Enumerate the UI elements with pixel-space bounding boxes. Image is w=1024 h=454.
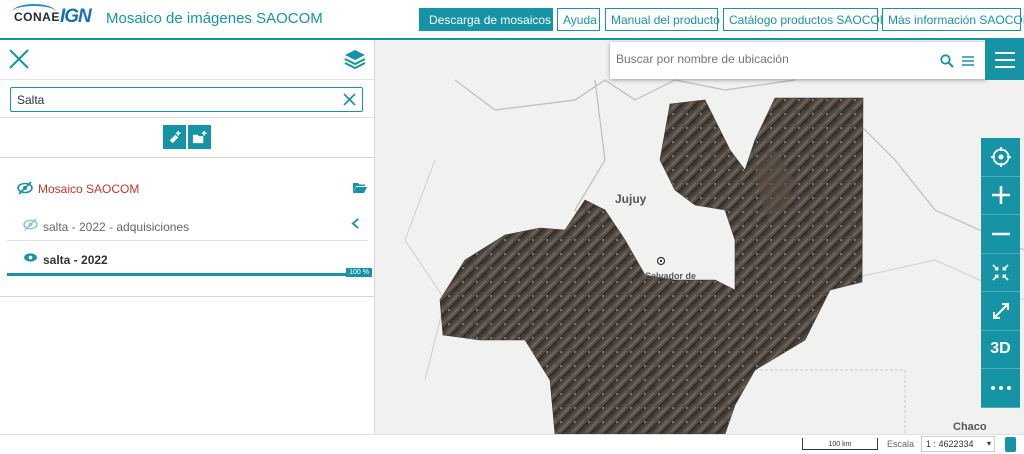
hamburger-line	[994, 52, 1015, 54]
manual-label: Manual del producto	[611, 12, 720, 27]
layer-search-row	[0, 80, 374, 118]
sublayer-label: salta - 2022 - adquisiciones	[43, 220, 190, 234]
layer-search-box	[10, 87, 363, 112]
ign-logo: IGN	[60, 6, 92, 27]
layer-progress-bar	[7, 273, 372, 276]
map-label-jujuy: Jujuy	[615, 192, 647, 206]
zoom-extent-button[interactable]	[981, 254, 1020, 292]
add-folder-button[interactable]	[188, 125, 211, 149]
add-layer-icon	[169, 130, 181, 143]
eye-icon[interactable]	[23, 252, 38, 263]
layer-tools-row	[0, 118, 374, 158]
scale-bar: 100 km	[802, 438, 878, 450]
crosshair-icon	[990, 146, 1011, 167]
minus-icon	[991, 232, 1010, 236]
scale-label: Escala	[887, 439, 915, 449]
catalog-button[interactable]: Catálogo productos SAOCOM	[723, 8, 890, 31]
page-title: Mosaico de imágenes SAOCOM	[106, 10, 323, 27]
add-layer-button[interactable]	[163, 125, 186, 149]
panel-divider	[0, 296, 375, 297]
manual-button[interactable]: Manual del producto	[605, 8, 720, 31]
folder-item-mosaico[interactable]: Mosaico SAOCOM	[0, 175, 375, 205]
main-menu-button[interactable]	[985, 40, 1024, 80]
saocom-mosaic-layer	[439, 97, 864, 434]
scale-select[interactable]: 1 : 4622334 ▾	[921, 436, 995, 452]
layer-search-input[interactable]	[17, 91, 337, 108]
chevron-down-icon: ▾	[986, 439, 991, 448]
locate-button[interactable]	[981, 138, 1020, 177]
zoom-out-button[interactable]	[981, 215, 1020, 254]
more-info-label: Más información SAOCOM	[888, 12, 1024, 27]
zoom-in-button[interactable]	[981, 177, 1020, 215]
more-options-button[interactable]	[981, 369, 1020, 408]
panel-toolbar	[0, 40, 374, 80]
province-border	[404, 159, 446, 381]
3d-view-button[interactable]: 3D	[981, 331, 1020, 369]
layers-icon[interactable]	[344, 49, 366, 69]
hamburger-line	[994, 66, 1015, 68]
app-header: CONAE IGN Mosaico de imágenes SAOCOM Des…	[0, 0, 1024, 40]
clear-icon[interactable]	[343, 93, 356, 106]
catalog-label: Catálogo productos SAOCOM	[729, 12, 890, 27]
province-border	[735, 369, 906, 434]
layers-panel: Mosaico SAOCOM salta - 2022 - adquisicio…	[0, 40, 375, 434]
sublayer-item[interactable]: salta - 2022 - adquisiciones	[7, 207, 368, 241]
close-icon[interactable]	[8, 48, 30, 70]
map-label-salvador: Salvador de	[645, 271, 697, 281]
status-bar: 100 km Escala 1 : 4622334 ▾	[0, 434, 1024, 454]
fullscreen-button[interactable]	[981, 292, 1020, 331]
province-border	[454, 79, 796, 111]
add-folder-icon	[192, 130, 207, 143]
map-gap	[655, 220, 720, 275]
conae-logo: CONAE	[12, 4, 60, 24]
collapse-arrows-icon	[992, 264, 1009, 281]
scale-value: 1 : 4622334	[926, 439, 974, 449]
layer-label: salta - 2022	[43, 253, 108, 267]
list-icon[interactable]	[962, 55, 974, 67]
map-controls: 3D	[981, 138, 1020, 408]
location-search	[610, 42, 986, 79]
layer-progress-label: 100 %	[346, 268, 372, 277]
folder-open-icon[interactable]	[352, 181, 368, 194]
map-canvas[interactable]	[375, 40, 1024, 434]
map-view[interactable]: Jujuy Salvador de Chaco Buscar por nombr…	[375, 40, 1024, 434]
eye-hidden-icon[interactable]	[23, 218, 38, 231]
plus-icon	[991, 186, 1010, 205]
folder-label: Mosaico SAOCOM	[38, 182, 140, 196]
expand-icon	[992, 302, 1009, 319]
city-marker-dot	[659, 259, 663, 263]
layer-item[interactable]: salta - 2022	[7, 243, 368, 275]
hamburger-line	[994, 59, 1015, 61]
map-label-chaco: Chaco	[953, 421, 987, 433]
eye-hidden-icon[interactable]	[17, 181, 33, 195]
search-icon[interactable]	[940, 54, 954, 68]
layer-progress-fill	[7, 273, 372, 276]
info-panel-icon[interactable]	[1005, 437, 1016, 452]
help-label: Ayuda	[563, 12, 597, 27]
chevron-left-icon[interactable]	[351, 218, 360, 229]
ellipsis-icon	[990, 385, 1011, 390]
help-button[interactable]: Ayuda	[557, 8, 600, 31]
more-info-button[interactable]: Más información SAOCOM	[882, 8, 1024, 31]
location-search-input[interactable]	[616, 52, 936, 66]
download-mosaics-label: Descarga de mosaicos	[429, 12, 552, 27]
download-mosaics-button[interactable]: Descarga de mosaicos	[419, 8, 553, 31]
